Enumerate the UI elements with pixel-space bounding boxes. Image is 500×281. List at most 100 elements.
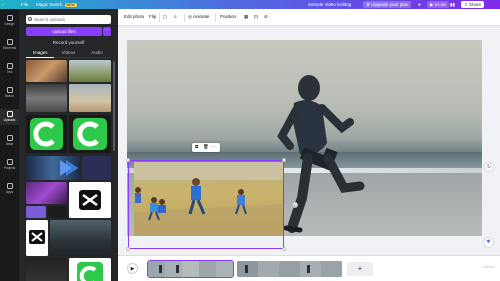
flip-button[interactable]: Flip	[149, 14, 156, 19]
upload-icon	[6, 111, 13, 117]
upload-thumbnail[interactable]	[69, 115, 111, 153]
rail-label: Uploads	[3, 118, 16, 122]
upload-thumbnail[interactable]	[69, 84, 111, 112]
avatar[interactable]: ●	[418, 2, 421, 7]
upload-thumbnail[interactable]	[26, 258, 67, 281]
analytics-icon[interactable]: ▮▮	[450, 2, 455, 8]
clip-frames	[237, 261, 342, 277]
panel-scrollbar[interactable]	[113, 61, 115, 151]
upload-thumbnail[interactable]	[50, 220, 111, 256]
upload-thumbnail[interactable]	[82, 156, 111, 180]
rotate-icon[interactable]: ↻	[292, 202, 298, 208]
share-label: Share	[469, 2, 482, 7]
rail-label: Projects	[3, 166, 16, 170]
magic-switch-menu[interactable]: Magic Switch NEW	[36, 2, 77, 7]
rail-item-brand[interactable]: Brand	[0, 85, 19, 101]
upload-more-button[interactable]: ···	[103, 27, 111, 36]
clip-frames	[148, 261, 233, 277]
timeline: ▶ + Canva	[118, 255, 500, 281]
resize-handle[interactable]	[126, 247, 130, 251]
upgrade-label: Upgrade your plan	[371, 2, 409, 7]
rail-item-projects[interactable]: Projects	[0, 157, 19, 173]
rail-label: Apps	[5, 190, 14, 194]
timeline-clip[interactable]	[147, 260, 234, 278]
record-yourself-button[interactable]: Record yourself	[26, 39, 111, 47]
upload-thumbnail[interactable]	[26, 84, 67, 112]
copy-icon[interactable]: ⧉	[195, 144, 198, 149]
trash-icon[interactable]: 🗑	[203, 144, 209, 150]
edit-toolbar: Edit photo Flip ◻ ≡ ◎ Animate Position ▦…	[118, 9, 500, 26]
rail-item-uploads[interactable]: Uploads	[0, 109, 19, 125]
upload-thumbnail[interactable]	[69, 60, 111, 82]
assistant-icon[interactable]: ✱	[484, 238, 493, 247]
media-tabs: Images Videos Audio	[26, 49, 111, 58]
lock-icon[interactable]: ⊡	[254, 14, 258, 20]
search-box[interactable]	[26, 15, 111, 24]
document-title[interactable]: Sample Video Editing	[308, 2, 351, 7]
upload-thumbnail[interactable]	[26, 220, 48, 256]
rail-item-text[interactable]: Text	[0, 61, 19, 77]
upload-thumbnail[interactable]	[69, 258, 111, 281]
upload-thumbnail[interactable]	[26, 182, 67, 204]
rail-item-elements[interactable]: Elements	[0, 37, 19, 53]
upload-thumbnail[interactable]	[26, 115, 67, 153]
rail-label: Draw	[5, 142, 14, 146]
duration-label: 21.8s	[434, 2, 446, 7]
upload-thumbnail[interactable]	[26, 60, 67, 82]
file-menu[interactable]: File	[21, 2, 28, 7]
rail-label: Text	[6, 70, 13, 74]
elements-icon	[6, 39, 13, 45]
upload-thumbnail[interactable]	[48, 206, 67, 218]
capcut-logo-icon	[79, 190, 101, 210]
tab-images[interactable]: Images	[26, 49, 55, 58]
divider	[184, 13, 185, 22]
folder-icon	[6, 159, 13, 165]
add-clip-button[interactable]: +	[347, 262, 373, 276]
link-icon[interactable]: ⊘	[264, 14, 268, 20]
tab-audio[interactable]: Audio	[82, 49, 111, 58]
tab-videos[interactable]: Videos	[54, 49, 83, 58]
brand-icon	[6, 87, 13, 93]
animate-label: Animate	[192, 14, 210, 19]
timeline-clip[interactable]	[237, 261, 342, 277]
upload-thumbnail[interactable]	[26, 206, 46, 218]
play-button[interactable]: ▶	[127, 263, 138, 274]
resize-handle[interactable]	[282, 247, 286, 251]
position-button[interactable]: Position	[220, 14, 236, 19]
home-icon[interactable]: ‹	[2, 2, 4, 7]
selection-box	[128, 160, 284, 249]
divider	[159, 13, 160, 22]
rail-item-apps[interactable]: Apps	[0, 181, 19, 197]
upload-thumbnail[interactable]	[69, 182, 111, 218]
upgrade-button[interactable]: ♛ Upgrade your plan	[363, 1, 412, 8]
transparency-icon[interactable]: ▦	[244, 14, 248, 20]
crop-icon[interactable]: ◻	[163, 14, 167, 20]
new-badge: NEW	[64, 3, 77, 7]
search-input[interactable]	[34, 16, 108, 23]
share-button[interactable]: ⇪ Share	[461, 1, 485, 8]
design-icon	[6, 15, 13, 21]
capcut-logo-icon	[29, 230, 45, 244]
apps-icon	[6, 183, 13, 189]
rail-item-draw[interactable]: Draw	[0, 133, 19, 149]
animate-button[interactable]: ◎ Animate	[188, 14, 209, 20]
duration-button[interactable]: ▶ 21.8s	[427, 1, 449, 8]
draw-icon	[6, 135, 13, 141]
text-icon	[6, 63, 13, 69]
lines-icon[interactable]: ≡	[174, 14, 177, 19]
upload-files-button[interactable]: Upload files	[26, 27, 102, 36]
left-rail: Design Elements Text Brand Uploads Draw …	[0, 9, 19, 281]
resize-handle[interactable]	[282, 158, 286, 162]
refresh-icon[interactable]: ↻	[485, 163, 493, 171]
rail-item-design[interactable]: Design	[0, 13, 19, 29]
upload-thumbnail[interactable]	[26, 156, 80, 180]
resize-handle[interactable]	[126, 158, 130, 162]
rail-label: Design	[4, 22, 15, 26]
camtasia-logo-icon	[30, 118, 63, 150]
search-icon	[28, 17, 32, 21]
element-floating-toolbar: ⧉ 🗑 ···	[192, 143, 220, 152]
edit-photo-button[interactable]: Edit photo	[124, 14, 144, 19]
watermark: Canva	[482, 264, 494, 269]
uploads-grid	[26, 60, 111, 281]
more-icon[interactable]: ···	[211, 144, 216, 149]
